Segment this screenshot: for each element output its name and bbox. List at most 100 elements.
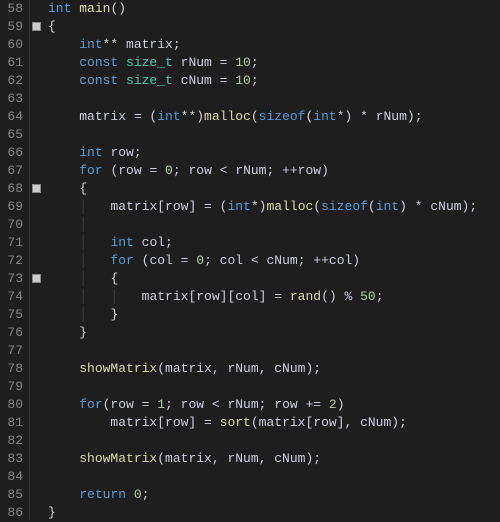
- code-token: showMatrix: [79, 361, 157, 376]
- code-token: const: [79, 55, 126, 70]
- code-line[interactable]: return 0;: [48, 486, 500, 504]
- code-token: (): [110, 1, 126, 16]
- code-token: (: [368, 199, 376, 214]
- code-token: cNum =: [181, 73, 236, 88]
- code-token: │: [79, 235, 110, 250]
- line-number: 75: [4, 306, 23, 324]
- code-token: matrix[row][col] =: [142, 289, 290, 304]
- code-token: [48, 37, 79, 52]
- code-line[interactable]: │ for (col = 0; col < cNum; ++col): [48, 252, 500, 270]
- code-token: (: [251, 109, 259, 124]
- code-line[interactable]: [48, 378, 500, 396]
- line-number-gutter: 5859606162636465666768697071727374757677…: [0, 0, 30, 520]
- code-line[interactable]: const size_t rNum = 10;: [48, 54, 500, 72]
- code-token: [48, 199, 79, 214]
- code-line[interactable]: [48, 468, 500, 486]
- line-number: 71: [4, 234, 23, 252]
- code-token: │: [79, 307, 110, 322]
- code-token: │: [79, 271, 110, 286]
- fold-column[interactable]: [30, 0, 44, 520]
- code-token: {: [48, 181, 87, 196]
- code-token: ; row < rNum; ++row): [173, 163, 329, 178]
- code-token: int: [313, 109, 336, 124]
- code-line[interactable]: [48, 432, 500, 450]
- code-line[interactable]: matrix[row] = sort(matrix[row], cNum);: [48, 414, 500, 432]
- line-number: 66: [4, 144, 23, 162]
- code-line[interactable]: int row;: [48, 144, 500, 162]
- line-number: 74: [4, 288, 23, 306]
- code-token: **): [181, 109, 204, 124]
- code-area[interactable]: int main(){ int** matrix; const size_t r…: [44, 0, 500, 520]
- code-token: int: [48, 1, 79, 16]
- code-token: 10: [235, 55, 251, 70]
- code-editor[interactable]: 5859606162636465666768697071727374757677…: [0, 0, 500, 520]
- line-number: 65: [4, 126, 23, 144]
- code-token: {: [48, 19, 56, 34]
- code-token: 10: [235, 73, 251, 88]
- line-number: 73: [4, 270, 23, 288]
- code-token: [48, 163, 79, 178]
- fold-toggle-icon[interactable]: [32, 274, 41, 283]
- code-token: [48, 271, 79, 286]
- code-line[interactable]: │: [48, 216, 500, 234]
- code-line[interactable]: showMatrix(matrix, rNum, cNum);: [48, 450, 500, 468]
- code-token: matrix;: [126, 37, 181, 52]
- line-number: 79: [4, 378, 23, 396]
- code-token: matrix[row] = (: [110, 199, 227, 214]
- code-line[interactable]: [48, 126, 500, 144]
- fold-toggle-icon[interactable]: [32, 184, 41, 193]
- code-line[interactable]: │ │ matrix[row][col] = rand() % 50;: [48, 288, 500, 306]
- code-token: sizeof: [259, 109, 306, 124]
- code-line[interactable]: │ matrix[row] = (int*)malloc(sizeof(int)…: [48, 198, 500, 216]
- code-token: (row =: [103, 397, 158, 412]
- code-token: int: [79, 145, 110, 160]
- code-token: int: [227, 199, 250, 214]
- code-token: [48, 109, 79, 124]
- code-line[interactable]: }: [48, 504, 500, 522]
- line-number: 67: [4, 162, 23, 180]
- code-line[interactable]: {: [48, 180, 500, 198]
- code-token: │: [79, 217, 87, 232]
- code-line[interactable]: {: [48, 18, 500, 36]
- code-token: (matrix, rNum, cNum);: [157, 451, 321, 466]
- code-line[interactable]: showMatrix(matrix, rNum, cNum);: [48, 360, 500, 378]
- code-token: │ │: [79, 289, 141, 304]
- code-token: ) * cNum);: [399, 199, 477, 214]
- line-number: 59: [4, 18, 23, 36]
- code-line[interactable]: }: [48, 324, 500, 342]
- code-line[interactable]: [48, 90, 500, 108]
- code-token: [48, 289, 79, 304]
- code-line[interactable]: matrix = (int**)malloc(sizeof(int*) * rN…: [48, 108, 500, 126]
- code-line[interactable]: [48, 342, 500, 360]
- line-number: 83: [4, 450, 23, 468]
- code-token: │: [79, 253, 110, 268]
- code-line[interactable]: int** matrix;: [48, 36, 500, 54]
- code-token: (matrix[row], cNum);: [251, 415, 407, 430]
- code-line[interactable]: │ {: [48, 270, 500, 288]
- code-token: for: [79, 397, 102, 412]
- code-line[interactable]: for (row = 0; row < rNum; ++row): [48, 162, 500, 180]
- code-line[interactable]: const size_t cNum = 10;: [48, 72, 500, 90]
- code-line[interactable]: int main(): [48, 0, 500, 18]
- code-token: *) * rNum);: [337, 109, 423, 124]
- code-token: ;: [376, 289, 384, 304]
- code-line[interactable]: │ int col;: [48, 234, 500, 252]
- code-line[interactable]: │ }: [48, 306, 500, 324]
- code-token: }: [48, 505, 56, 520]
- code-token: [48, 361, 79, 376]
- fold-toggle-icon[interactable]: [32, 22, 41, 31]
- line-number: 77: [4, 342, 23, 360]
- code-token: ; col < cNum; ++col): [204, 253, 360, 268]
- code-token: [48, 145, 79, 160]
- code-token: matrix[row] =: [48, 415, 220, 430]
- code-token: rand: [290, 289, 321, 304]
- code-token: [48, 55, 79, 70]
- code-line[interactable]: for(row = 1; row < rNum; row += 2): [48, 396, 500, 414]
- line-number: 84: [4, 468, 23, 486]
- code-token: int: [110, 235, 141, 250]
- code-token: main: [79, 1, 110, 16]
- code-token: rNum =: [181, 55, 236, 70]
- code-token: () %: [321, 289, 360, 304]
- code-token: ;: [251, 73, 259, 88]
- code-token: size_t: [126, 55, 181, 70]
